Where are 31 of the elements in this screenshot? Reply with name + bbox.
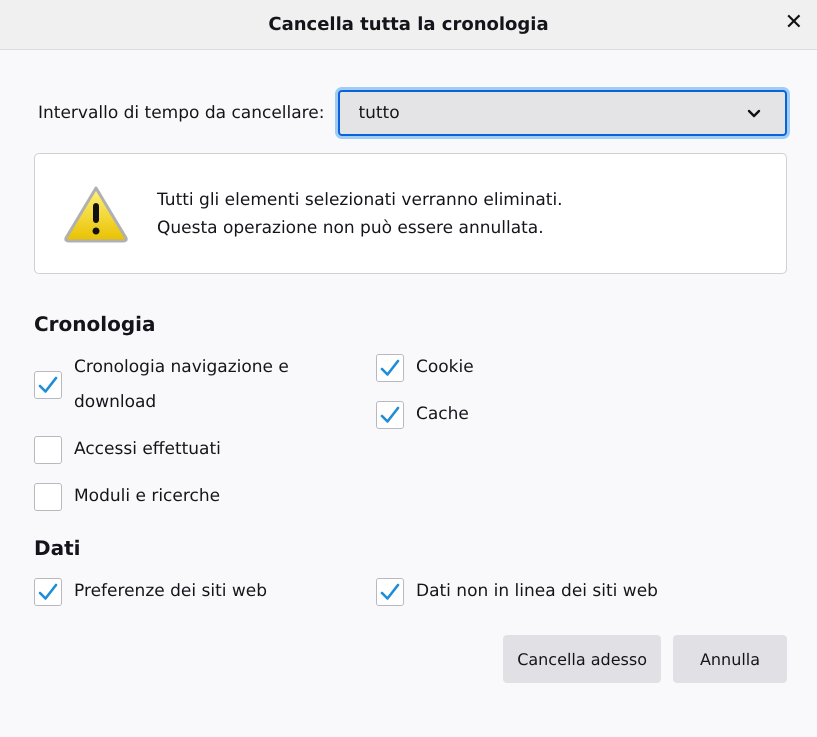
- checkmark-icon: [38, 582, 58, 600]
- checkbox[interactable]: [34, 482, 62, 510]
- checkbox-label[interactable]: Dati non in linea dei siti web: [416, 574, 658, 609]
- checkbox-label[interactable]: Accessi effettuati: [74, 432, 221, 467]
- checkmark-icon: [380, 406, 400, 424]
- checkbox[interactable]: [34, 371, 62, 399]
- checkbox-label[interactable]: Preferenze dei siti web: [74, 574, 268, 609]
- checkbox-label[interactable]: Moduli e ricerche: [74, 479, 220, 514]
- cancel-button[interactable]: Annulla: [673, 635, 787, 683]
- section-heading: Dati: [34, 536, 82, 560]
- clear-now-button[interactable]: Cancella adesso: [503, 635, 661, 683]
- window-title: Cancella tutta la cronologia: [268, 14, 549, 35]
- checkmark-icon: [380, 582, 400, 600]
- time-range-dropdown[interactable]: tutto: [338, 90, 787, 136]
- checkbox-label[interactable]: Cookie: [416, 350, 474, 385]
- checkbox[interactable]: [376, 400, 404, 428]
- checkbox-label[interactable]: Cronologia navigazione e download: [74, 350, 344, 420]
- checkbox-label[interactable]: Cache: [416, 397, 469, 432]
- checkmark-icon: [38, 376, 58, 394]
- checkbox[interactable]: [376, 578, 404, 606]
- close-button[interactable]: ✕: [780, 8, 807, 37]
- checkbox[interactable]: [376, 354, 404, 382]
- chevron-down-icon: [747, 108, 761, 118]
- checkbox[interactable]: [34, 578, 62, 606]
- checkbox[interactable]: [34, 436, 62, 464]
- time-range-label: Intervallo di tempo da cancellare:: [38, 103, 324, 123]
- warning-text: Questa operazione non può essere annullata.: [157, 218, 545, 238]
- section-heading: Cronologia: [34, 312, 157, 336]
- checkmark-icon: [380, 358, 400, 376]
- warning-text: Tutti gli elementi selezionati verranno eliminati.: [157, 190, 563, 210]
- warning-icon: [63, 184, 129, 242]
